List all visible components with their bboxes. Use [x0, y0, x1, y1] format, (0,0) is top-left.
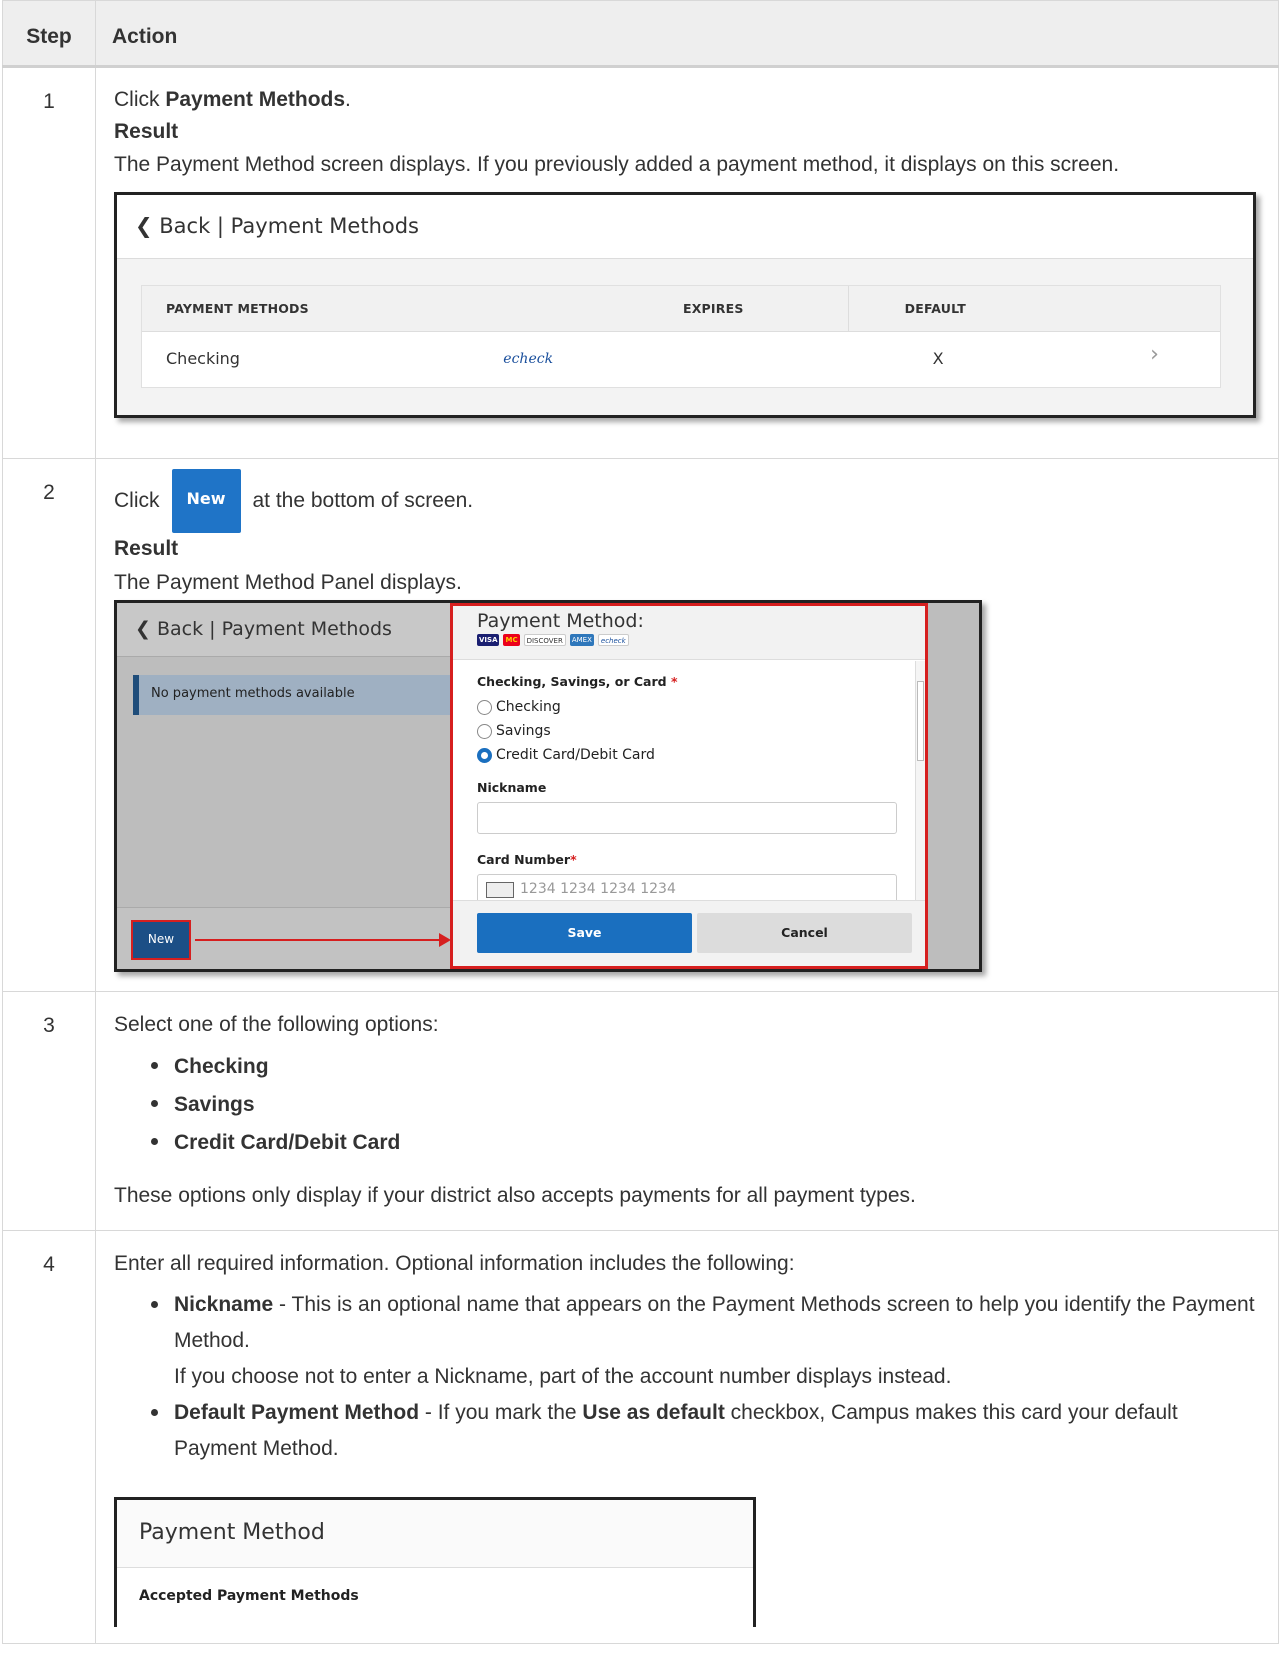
save-button[interactable]: Save — [477, 912, 692, 953]
card-number-label: Card Number* — [477, 851, 577, 867]
callout-arrow — [195, 938, 445, 941]
radio-icon — [477, 724, 492, 739]
default-mark: X — [932, 349, 944, 368]
discover-icon: DISCOVER — [523, 633, 566, 646]
new-button[interactable]: New — [131, 919, 191, 960]
nickname-label: Nickname — [477, 779, 547, 795]
card-logos: VISA MC DISCOVER AMEX echeck — [477, 633, 925, 646]
radio-savings[interactable]: Savings — [477, 720, 917, 744]
scrollbar[interactable] — [915, 660, 925, 911]
method-name: Checking — [166, 349, 240, 368]
chevron-right-icon[interactable]: › — [1150, 332, 1220, 387]
amex-icon: AMEX — [569, 633, 594, 646]
step-number: 1 — [2, 66, 96, 459]
payment-method-panel-screenshot: ❮ Back | Payment Methods No payment meth… — [114, 599, 982, 972]
list-footer: New — [117, 906, 451, 969]
radio-selected-icon — [477, 748, 492, 763]
mastercard-icon: MC — [503, 633, 520, 646]
payment-method-panel: Payment Method: VISA MC DISCOVER AMEX ec… — [450, 602, 928, 969]
result-text: The Payment Method Panel displays. — [114, 570, 462, 594]
col-header-action: Action — [95, 0, 1279, 68]
table-row: 3 Select one of the following options: C… — [2, 991, 1279, 1231]
step-action: Click New at the bottom of screen. Result … — [95, 458, 1279, 992]
scroll-thumb[interactable] — [917, 680, 924, 761]
panel-title: Payment Method: — [477, 609, 644, 632]
table-header-row: PAYMENT METHODS EXPIRES DEFAULT — [142, 286, 1220, 332]
step-number: 4 — [2, 1230, 96, 1644]
radio-credit-card[interactable]: Credit Card/Debit Card — [477, 744, 917, 768]
list-item: Credit Card/Debit Card — [146, 1124, 1262, 1162]
list-item: Default Payment Method - If you mark the… — [146, 1395, 1262, 1467]
cancel-button[interactable]: Cancel — [697, 912, 912, 953]
step-instruction: Click Payment Methods. — [114, 88, 351, 111]
back-header: ❮ Back | Payment Methods — [117, 602, 450, 657]
card-icon — [486, 881, 514, 898]
payment-form: Checking, Savings, or Card * Checking Sa… — [477, 674, 917, 924]
table-row[interactable]: Checking echeck X › — [142, 332, 1220, 387]
col-header-step: Step — [2, 0, 96, 68]
new-button: New — [171, 469, 241, 534]
step-action: Enter all required information. Optional… — [95, 1230, 1279, 1644]
option-list: Nickname - This is an optional name that… — [146, 1287, 1262, 1467]
step-instruction: Enter all required information. Optional… — [114, 1252, 795, 1275]
panel-footer: Save Cancel — [453, 899, 925, 966]
table-header-row: Step Action — [2, 0, 1279, 68]
payment-methods-screenshot: ❮ Back | Payment Methods PAYMENT METHODS… — [114, 192, 1256, 418]
list-item: Checking — [146, 1048, 1262, 1086]
step-number: 2 — [2, 458, 96, 992]
step-number: 3 — [2, 991, 96, 1231]
back-header: ❮ Back | Payment Methods — [117, 195, 1253, 259]
option-list: Checking Savings Credit Card/Debit Card — [146, 1048, 1262, 1162]
list-item: Savings — [146, 1086, 1262, 1124]
result-label: Result — [114, 119, 179, 143]
table-row: 4 Enter all required information. Option… — [2, 1230, 1279, 1644]
payment-methods-table: PAYMENT METHODS EXPIRES DEFAULT Checking… — [141, 285, 1221, 388]
step-action: Click Payment Methods. Result The Paymen… — [95, 66, 1279, 459]
result-text: The Payment Method screen displays. If y… — [114, 153, 1120, 176]
col-header-methods: PAYMENT METHODS — [166, 301, 309, 316]
payment-method-screenshot: Payment Method Accepted Payment Methods — [114, 1497, 756, 1627]
panel-title: Payment Method — [117, 1500, 753, 1568]
col-header-default: DEFAULT — [904, 301, 966, 316]
radio-checking[interactable]: Checking — [477, 696, 917, 720]
type-label: Checking, Savings, or Card * — [477, 673, 678, 689]
table-row: 2 Click New at the bottom of screen. Resul… — [2, 458, 1279, 992]
list-item: Nickname - This is an optional name that… — [146, 1287, 1262, 1395]
echeck-logo-icon: echeck — [503, 351, 554, 367]
ui-term: Payment Methods — [165, 88, 346, 111]
steps-table: Step Action 1 Click Payment Methods. Res… — [2, 0, 1279, 1644]
empty-state: No payment methods available — [133, 674, 450, 715]
step-instruction: Select one of the following options: — [114, 1013, 439, 1036]
payment-methods-list: ❮ Back | Payment Methods No payment meth… — [117, 602, 451, 969]
visa-icon: VISA — [477, 633, 500, 646]
radio-icon — [477, 700, 492, 715]
col-header-expires: EXPIRES — [661, 286, 849, 331]
step-note: These options only display if your distr… — [114, 1184, 916, 1207]
step-instruction: Click New at the bottom of screen. — [114, 469, 1262, 534]
echeck-icon: echeck — [597, 633, 629, 646]
nickname-input[interactable] — [477, 801, 897, 834]
section-label: Accepted Payment Methods — [139, 1588, 359, 1604]
panel-header: Payment Method: VISA MC DISCOVER AMEX ec… — [453, 605, 925, 660]
table-row: 1 Click Payment Methods. Result The Paym… — [2, 66, 1279, 459]
result-label: Result — [114, 537, 179, 560]
step-action: Select one of the following options: Che… — [95, 991, 1279, 1231]
